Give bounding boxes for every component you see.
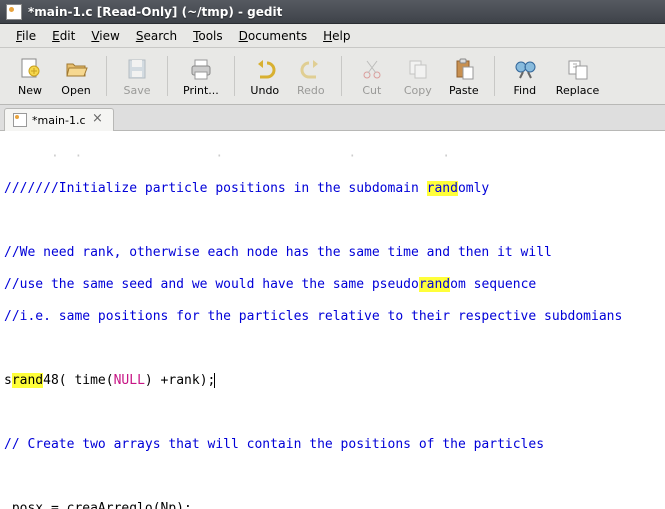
menu-documents[interactable]: Documents [231, 26, 315, 46]
tab-bar: *main-1.c × [0, 105, 665, 131]
code-line: //We need rank, otherwise each node has … [4, 245, 661, 261]
window-title: *main-1.c [Read-Only] (~/tmp) - gedit [28, 5, 282, 19]
copy-button: Copy [396, 52, 440, 100]
save-button: Save [115, 52, 159, 100]
code-line [4, 341, 661, 357]
code-editor[interactable]: · · · · · ///////Initialize particle pos… [0, 131, 665, 509]
tab-main-1-c[interactable]: *main-1.c × [4, 108, 114, 131]
code-line: posx = creaArreglo(Np); [4, 501, 661, 509]
code-line: srand48( time(NULL) +rank); [4, 373, 661, 389]
replace-button[interactable]: Replace [549, 52, 607, 100]
code-line [4, 405, 661, 421]
code-line: // Create two arrays that will contain t… [4, 437, 661, 453]
code-line: · · · · · [4, 149, 661, 165]
menu-view[interactable]: View [83, 26, 127, 46]
code-line: //use the same seed and we would have th… [4, 277, 661, 293]
menu-bar: File Edit View Search Tools Documents He… [0, 24, 665, 48]
toolbar-separator [167, 56, 168, 96]
menu-edit[interactable]: Edit [44, 26, 83, 46]
toolbar-separator [341, 56, 342, 96]
menu-help[interactable]: Help [315, 26, 358, 46]
new-button[interactable]: New [8, 52, 52, 100]
code-line [4, 469, 661, 485]
toolbar-separator [234, 56, 235, 96]
open-button[interactable]: Open [54, 52, 98, 100]
undo-button[interactable]: Undo [243, 52, 287, 100]
code-line [4, 213, 661, 229]
cut-button: Cut [350, 52, 394, 100]
close-icon[interactable]: × [91, 113, 105, 127]
menu-file[interactable]: File [8, 26, 44, 46]
print-button[interactable]: Print... [176, 52, 226, 100]
code-line: ///////Initialize particle positions in … [4, 181, 661, 197]
toolbar-separator [106, 56, 107, 96]
menu-tools[interactable]: Tools [185, 26, 231, 46]
redo-button: Redo [289, 52, 333, 100]
menu-search[interactable]: Search [128, 26, 185, 46]
code-line: //i.e. same positions for the particles … [4, 309, 661, 325]
window-titlebar: *main-1.c [Read-Only] (~/tmp) - gedit [0, 0, 665, 24]
app-icon [6, 4, 22, 20]
document-icon [13, 113, 27, 127]
toolbar: New Open Save Print... Undo Redo Cut Cop… [0, 48, 665, 105]
tab-label: *main-1.c [32, 114, 86, 127]
paste-button[interactable]: Paste [442, 52, 486, 100]
find-button[interactable]: Find [503, 52, 547, 100]
toolbar-separator [494, 56, 495, 96]
